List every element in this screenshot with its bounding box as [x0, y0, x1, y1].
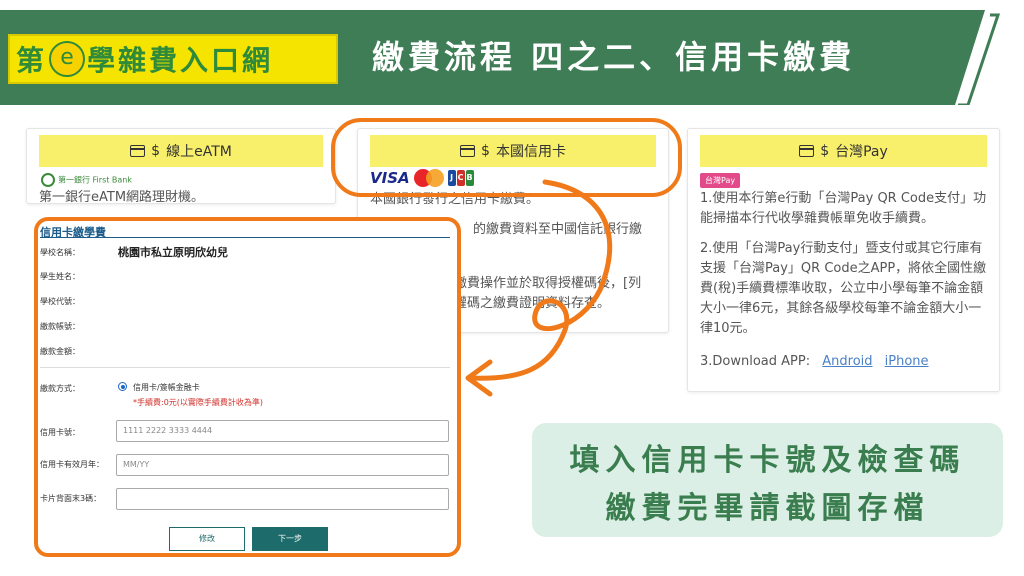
card-body-eatm: 第一銀行eATM網路理財機。 — [39, 190, 205, 205]
card-body-credit-line3: 繳費操作並於取得授權碼後，[列 — [454, 276, 642, 291]
card-body-credit-line4: 權碼之繳費證明資料存查。 — [454, 296, 611, 311]
site-logo[interactable]: 第 e 學雜費入口網 — [8, 34, 338, 84]
taiwanpay-p2: 2.使用「台灣Pay行動支付」暨支付或其它行庫有支援「台灣Pay」QR Code… — [700, 241, 987, 336]
label-school-name: 學校名稱： — [40, 248, 80, 257]
radio-credit-card-label[interactable]: 信用卡/簽帳金融卡 — [133, 382, 200, 393]
cvv-input[interactable] — [116, 488, 449, 510]
taiwan-pay-logo: 台灣Pay — [700, 173, 741, 188]
credit-card-icon — [799, 145, 815, 157]
card-header-label: 線上eATM — [166, 144, 232, 160]
iphone-link[interactable]: iPhone — [885, 354, 929, 369]
card-number-input[interactable]: 1111 2222 3333 4444 — [116, 420, 449, 442]
callout-line-1: 填入信用卡卡號及檢查碼 — [569, 443, 966, 478]
form-title-divider — [40, 237, 450, 238]
logo-prefix: 第 — [16, 44, 48, 77]
download-label: 3.Download APP: — [700, 354, 811, 369]
callout-line-2: 繳費完畢請截圖存檔 — [605, 491, 930, 526]
radio-credit-card[interactable] — [118, 382, 127, 391]
payment-card-eatm[interactable]: $ 線上eATM 第一銀行 First Bank 第一銀行eATM網路理財機。 — [26, 128, 336, 205]
taiwanpay-p3: 3.Download APP: Android iPhone — [700, 351, 987, 373]
logo-e-badge: e — [49, 41, 86, 77]
taiwanpay-p1: 1.使用本行第e行動「台灣Pay QR Code支付」功能掃描本行代收學雜費帳單… — [700, 191, 987, 226]
highlight-ring — [331, 118, 682, 197]
label-pay-method: 繳款方式： — [40, 384, 80, 393]
header-banner: 第 e 學雜費入口網 繳費流程 四之二、信用卡繳費 — [0, 10, 1024, 105]
card-header-label: 台灣Pay — [835, 144, 888, 160]
label-school-code: 學校代號： — [40, 297, 80, 306]
form-divider — [40, 367, 450, 368]
value-school-name: 桃園市私立原明欣幼兒 — [118, 246, 228, 259]
dollar-icon: $ — [820, 143, 830, 159]
card-body-credit-line2: 的繳費資料至中國信託銀行繳 — [473, 222, 643, 237]
label-amount: 繳款金額： — [40, 347, 80, 356]
logo-suffix: 學雜費入口網 — [87, 44, 274, 77]
label-account-no: 繳款帳號： — [40, 322, 80, 331]
android-link[interactable]: Android — [822, 354, 872, 369]
payment-card-taiwanpay[interactable]: $ 台灣Pay 台灣Pay 1.使用本行第e行動「台灣Pay QR Code支付… — [687, 128, 1000, 392]
label-card-no: 信用卡號： — [40, 428, 80, 437]
label-cvv: 卡片背面末3碼： — [40, 494, 102, 503]
label-expiry: 信用卡有效月年： — [40, 460, 104, 469]
card-header-taiwanpay[interactable]: $ 台灣Pay — [700, 135, 987, 167]
next-button[interactable]: 下一步 — [252, 527, 328, 551]
edit-button[interactable]: 修改 — [169, 527, 245, 551]
card-header-eatm[interactable]: $ 線上eATM — [39, 135, 323, 167]
credit-card-icon — [130, 145, 146, 157]
fee-note: *手續費:0元(以實際手續費計收為準) — [133, 398, 264, 407]
dollar-icon: $ — [151, 143, 161, 159]
page-title: 繳費流程 四之二、信用卡繳費 — [372, 38, 856, 76]
expiry-input[interactable]: MM/YY — [116, 454, 449, 476]
label-student-name: 學生姓名： — [40, 272, 80, 281]
first-bank-logo: 第一銀行 First Bank — [41, 173, 132, 187]
instruction-callout: 填入信用卡卡號及檢查碼 繳費完畢請截圖存檔 — [532, 423, 1003, 537]
